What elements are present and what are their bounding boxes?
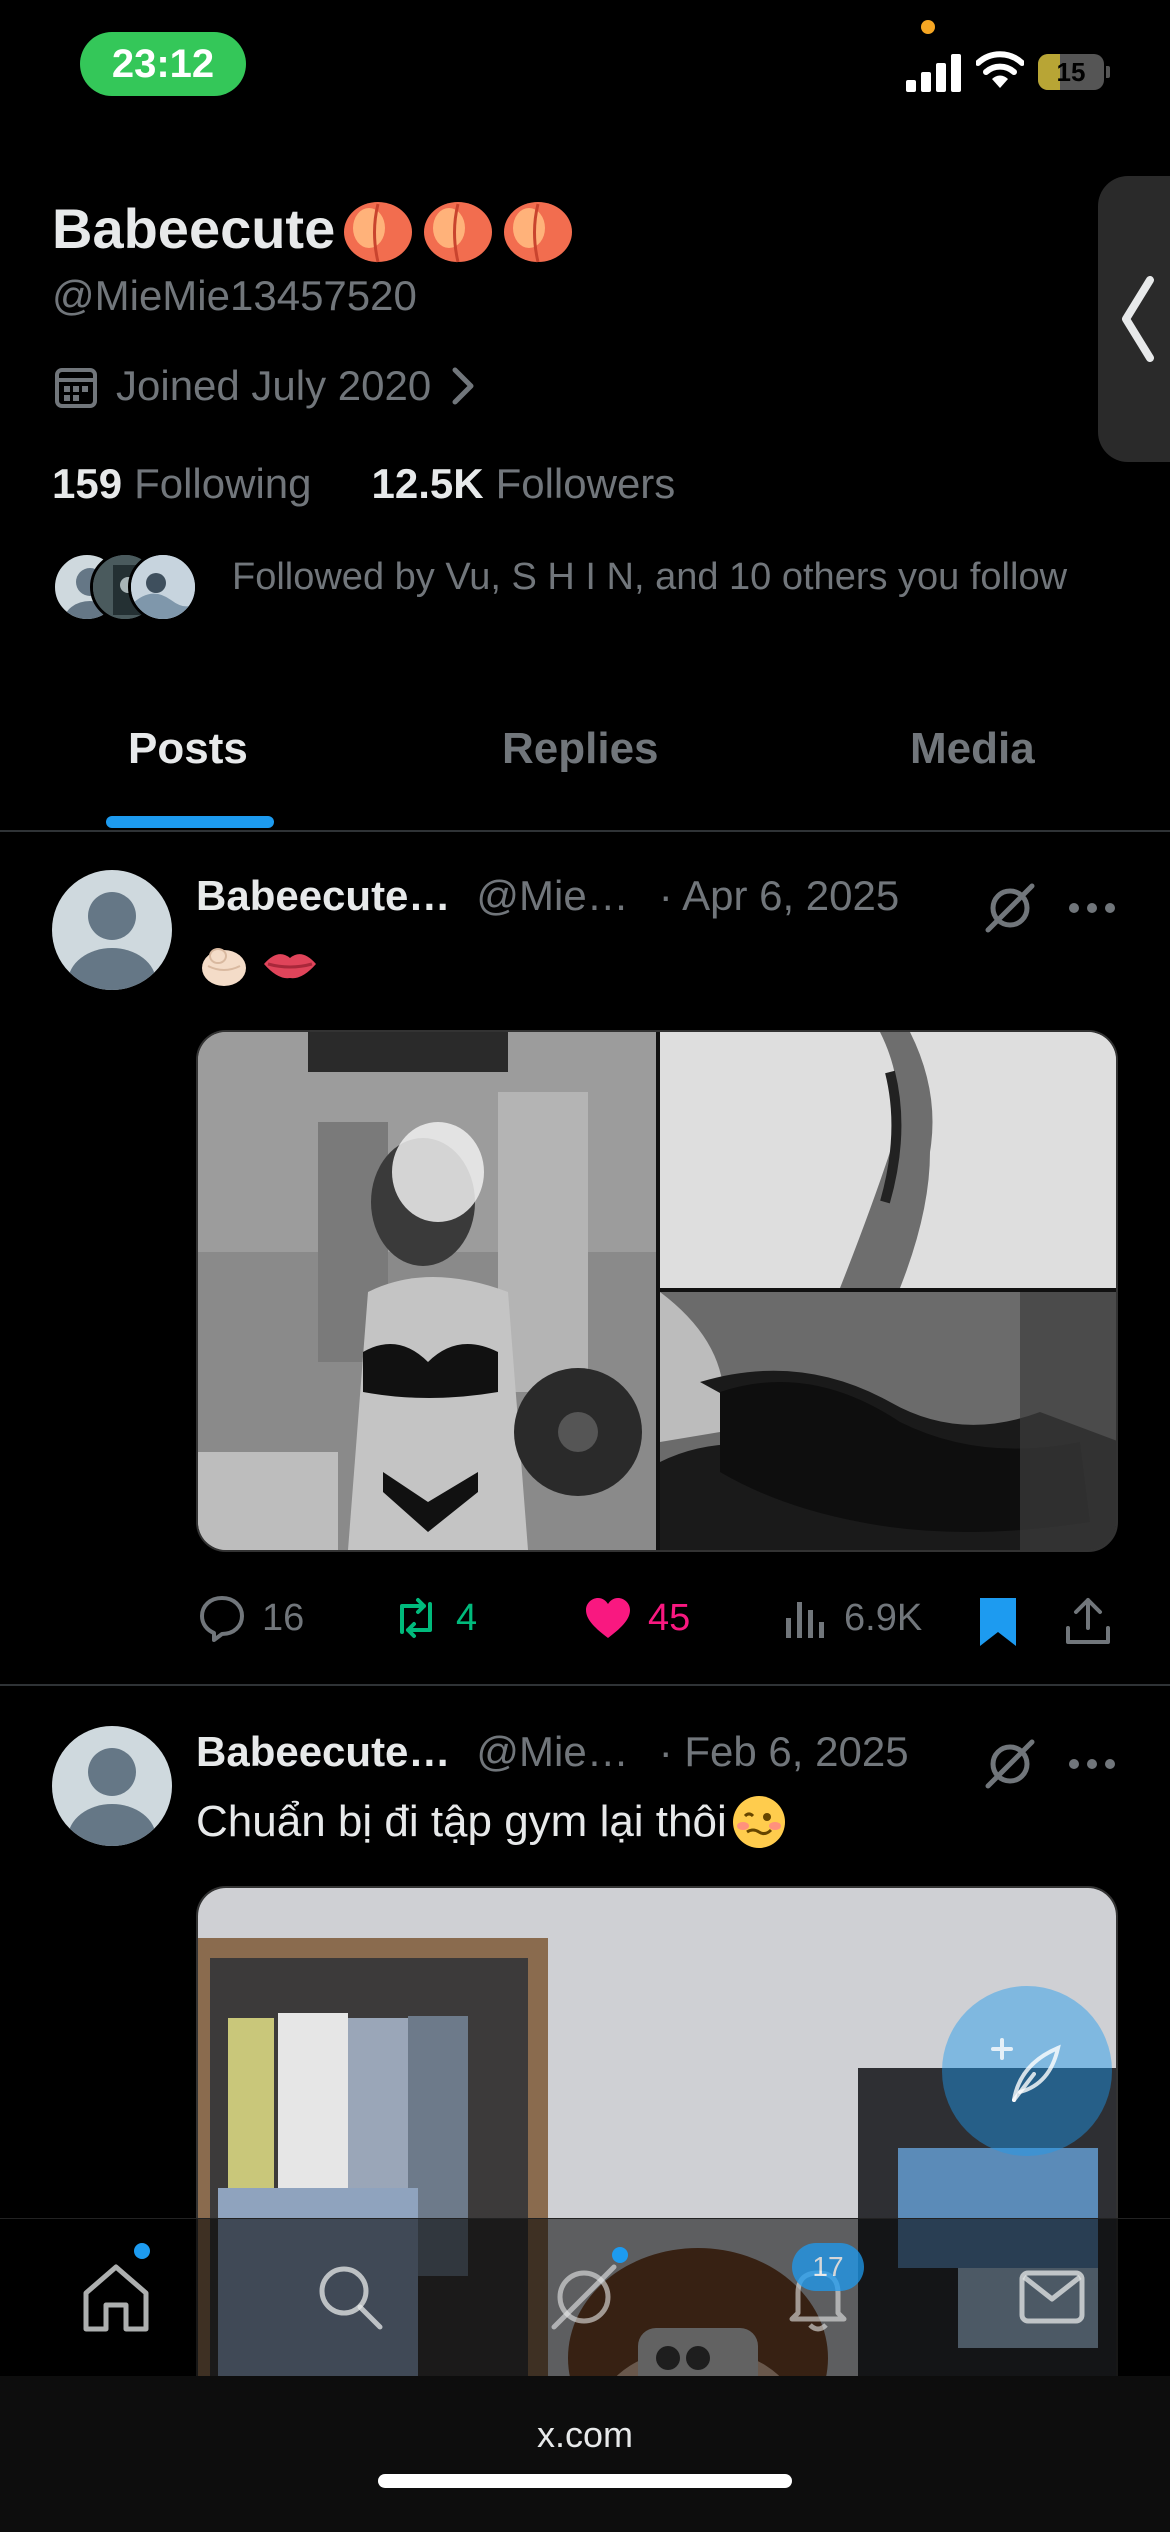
post-author-name[interactable]: Babeecute… — [196, 1728, 450, 1776]
post-image[interactable] — [198, 1032, 656, 1550]
more-options-icon[interactable] — [1068, 898, 1116, 918]
reply-button[interactable]: 16 — [196, 1592, 304, 1644]
battery-icon: 15 — [1038, 54, 1110, 90]
share-icon[interactable] — [1062, 1594, 1114, 1650]
wifi-icon — [976, 51, 1024, 88]
views-count: 6.9K — [844, 1596, 923, 1639]
heart-filled-icon — [586, 1598, 630, 1638]
joined-text: Joined July 2020 — [116, 362, 432, 409]
post-media-grid[interactable] — [196, 1030, 1118, 1552]
avatar[interactable] — [52, 1726, 172, 1846]
url-text[interactable]: x.com — [0, 2414, 1170, 2456]
home-indicator[interactable] — [378, 2474, 792, 2488]
calendar-icon — [55, 368, 97, 408]
home-icon[interactable] — [78, 2259, 154, 2335]
more-options-icon[interactable] — [1068, 1754, 1116, 1774]
compose-post-button[interactable] — [942, 1986, 1112, 2156]
post-text: Chuẩn bị đi tập gym lại thôi — [196, 1794, 787, 1850]
pointing-fist-emoji — [202, 948, 246, 986]
post[interactable]: Babeecute… @Mie… · Apr 6, 2025 16 4 45 6… — [0, 834, 1170, 1684]
post-image[interactable] — [660, 1292, 1116, 1550]
tab-media[interactable]: Media — [910, 724, 1035, 774]
cellular-signal-icon — [906, 54, 961, 92]
joined-date-row[interactable]: Joined July 2020 — [52, 362, 479, 410]
peach-emoji — [341, 192, 415, 264]
post-text-content: Chuẩn bị đi tập gym lại thôi — [196, 1797, 727, 1846]
peach-emoji — [501, 192, 575, 264]
following-count[interactable]: 159 — [52, 460, 122, 508]
compose-feather-icon — [991, 2038, 1061, 2102]
status-bar: 23:12 15 — [0, 0, 1170, 130]
follow-stats: 159 Following 12.5K Followers — [52, 460, 735, 508]
like-button[interactable]: 45 — [582, 1592, 690, 1644]
avatar — [128, 552, 198, 622]
views-icon — [786, 1602, 824, 1638]
post-date[interactable]: · Feb 6, 2025 — [659, 1728, 909, 1776]
post-author-name[interactable]: Babeecute… — [196, 872, 450, 920]
post-text — [196, 936, 320, 992]
bottom-navigation: 17 — [0, 2218, 1170, 2376]
tab-replies[interactable]: Replies — [502, 724, 659, 774]
lips-emoji — [264, 954, 316, 979]
peach-emoji — [421, 192, 495, 264]
profile-handle: @MieMie13457520 — [52, 272, 417, 319]
post-actions: 16 4 45 6.9K — [196, 1592, 1126, 1652]
post-date[interactable]: · Apr 6, 2025 — [659, 872, 900, 920]
bookmark-filled-icon[interactable] — [974, 1594, 1022, 1650]
post-image[interactable] — [660, 1032, 1116, 1288]
battery-level: 15 — [1056, 56, 1086, 87]
privacy-indicator-dot — [921, 20, 935, 34]
home-unread-dot — [134, 2243, 150, 2259]
followers-label[interactable]: Followers — [496, 460, 676, 508]
browser-url-bar[interactable]: x.com — [0, 2376, 1170, 2532]
woozy-face-emoji — [732, 1796, 785, 1848]
profile-name: Babeecute — [52, 192, 575, 264]
post-author-handle[interactable]: @Mie… — [476, 872, 628, 920]
grok-unread-dot — [612, 2247, 628, 2263]
grok-icon[interactable] — [546, 2259, 622, 2335]
reply-count: 16 — [262, 1596, 305, 1639]
followed-by-avatars[interactable] — [52, 552, 202, 624]
search-icon[interactable] — [312, 2259, 388, 2335]
chevron-right-icon — [452, 367, 474, 405]
post-header: Babeecute… @Mie… · Apr 6, 2025 — [196, 872, 899, 920]
views-button[interactable]: 6.9K — [778, 1592, 922, 1644]
reply-icon — [200, 1596, 244, 1642]
grok-icon[interactable] — [982, 880, 1038, 936]
side-drawer-handle[interactable] — [1098, 176, 1170, 462]
post-author-handle[interactable]: @Mie… — [476, 1728, 628, 1776]
repost-count: 4 — [456, 1596, 478, 1639]
followed-by-text[interactable]: Followed by Vu, S H I N, and 10 others y… — [232, 556, 1067, 599]
avatar[interactable] — [52, 870, 172, 990]
messages-icon[interactable] — [1014, 2259, 1090, 2335]
repost-button[interactable]: 4 — [390, 1592, 477, 1644]
profile-tabs: Posts Replies Media — [0, 700, 1170, 832]
post-header: Babeecute… @Mie… · Feb 6, 2025 — [196, 1728, 909, 1776]
grok-icon[interactable] — [982, 1736, 1038, 1792]
status-time[interactable]: 23:12 — [80, 32, 246, 96]
notifications-badge: 17 — [792, 2243, 864, 2291]
like-count: 45 — [648, 1596, 691, 1639]
profile-name-text: Babeecute — [52, 196, 336, 260]
tab-posts[interactable]: Posts — [128, 724, 248, 774]
following-label[interactable]: Following — [134, 460, 311, 508]
followers-count[interactable]: 12.5K — [372, 460, 484, 508]
repost-icon — [400, 1598, 432, 1638]
active-tab-indicator — [106, 816, 274, 828]
chevron-left-icon — [1122, 276, 1154, 362]
